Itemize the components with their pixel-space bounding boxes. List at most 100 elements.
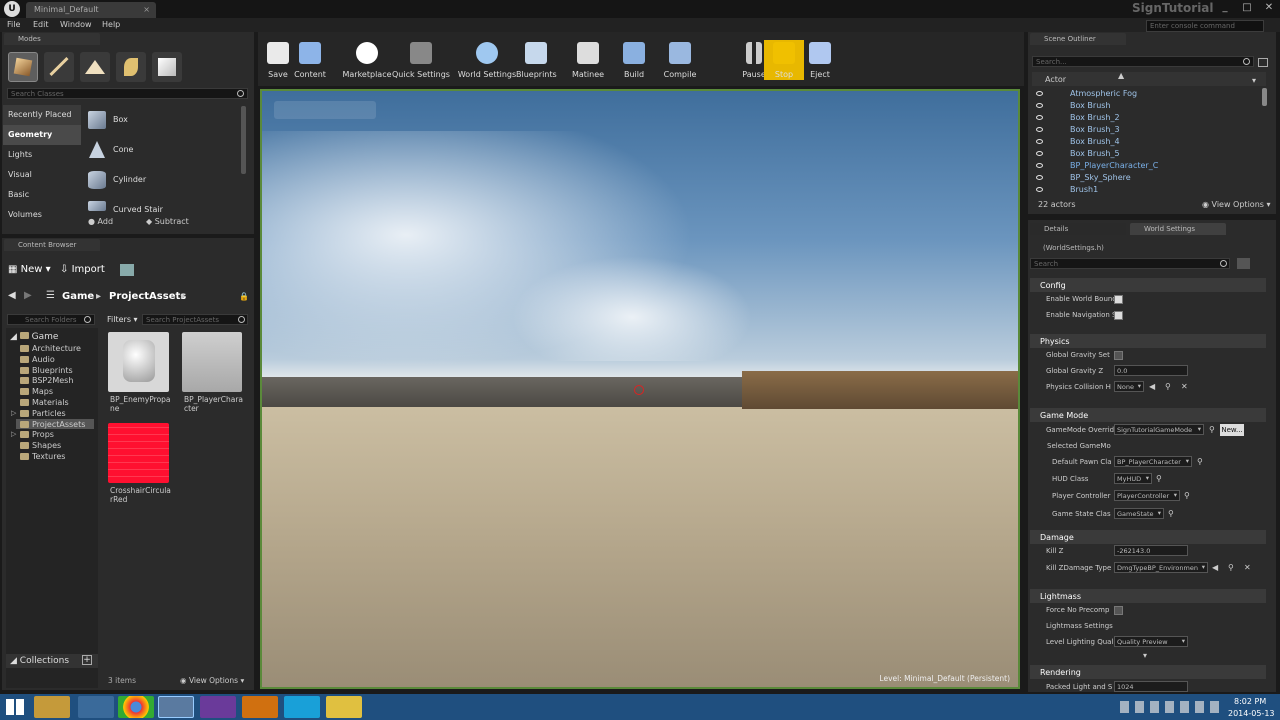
visibility-eye-icon[interactable] bbox=[1036, 103, 1043, 108]
landscape-mode-button[interactable] bbox=[80, 52, 110, 82]
reset-damage-icon[interactable]: ◀ bbox=[1212, 563, 1218, 572]
category-geometry[interactable]: Geometry bbox=[8, 130, 52, 139]
tree-item-audio[interactable]: Audio bbox=[32, 355, 55, 364]
outliner-row[interactable]: Box Brush_4 bbox=[1034, 136, 1270, 148]
visibility-eye-icon[interactable] bbox=[1036, 127, 1043, 132]
modes-scrollbar[interactable] bbox=[241, 106, 246, 174]
category-lights[interactable]: Lights bbox=[8, 150, 32, 159]
menu-window[interactable]: Window bbox=[60, 20, 92, 29]
hud-class-dropdown[interactable]: MyHUD ▾ bbox=[1114, 473, 1152, 484]
search-assets-input[interactable]: Search ProjectAssets bbox=[142, 314, 248, 325]
tree-item-bsp2mesh[interactable]: BSP2Mesh bbox=[32, 376, 73, 385]
new-gamemode-button[interactable]: New... bbox=[1220, 424, 1244, 436]
maximize-icon[interactable]: □ bbox=[1236, 0, 1258, 16]
game-state-dropdown[interactable]: GameState ▾ bbox=[1114, 508, 1164, 519]
default-pawn-dropdown[interactable]: BP_PlayerCharacter ▾ bbox=[1114, 456, 1192, 467]
toolbar-stop-button[interactable]: Stop bbox=[764, 40, 804, 80]
clear-damage-icon[interactable]: ✕ bbox=[1244, 563, 1251, 572]
outliner-row[interactable]: Atmospheric Fog bbox=[1034, 88, 1270, 100]
kill-z-field[interactable]: -262143.0 bbox=[1114, 545, 1188, 556]
player-controller-dropdown[interactable]: PlayerController ▾ bbox=[1114, 490, 1180, 501]
tree-item-props[interactable]: Props bbox=[32, 430, 54, 439]
tree-expand-icon[interactable]: ▷ bbox=[11, 409, 16, 417]
breadcrumb-game[interactable]: Game bbox=[62, 291, 94, 302]
modes-tab[interactable]: Modes bbox=[4, 33, 100, 45]
import-button[interactable]: ⇩ Import bbox=[60, 264, 105, 275]
outliner-row[interactable]: BP_Sky_Sphere bbox=[1034, 172, 1270, 184]
tree-item-projectassets[interactable]: ProjectAssets bbox=[32, 420, 85, 429]
visual-studio-taskbar-icon[interactable] bbox=[200, 696, 236, 718]
breadcrumb-projectassets[interactable]: ProjectAssets bbox=[109, 291, 186, 302]
tree-item-particles[interactable]: Particles bbox=[32, 409, 66, 418]
app2-taskbar-icon[interactable] bbox=[242, 696, 278, 718]
view-options-button[interactable]: ◉ View Options ▾ bbox=[180, 676, 244, 685]
details-tab[interactable]: Details bbox=[1030, 223, 1126, 235]
category-visual[interactable]: Visual bbox=[8, 170, 32, 179]
visibility-eye-icon[interactable] bbox=[1036, 187, 1043, 192]
lock-icon[interactable]: 🔒 bbox=[239, 292, 249, 301]
category-volumes[interactable]: Volumes bbox=[8, 210, 42, 219]
asset-thumb-player[interactable] bbox=[182, 332, 242, 392]
content-browser-tab[interactable]: Content Browser bbox=[4, 239, 100, 251]
clear-icon[interactable]: ✕ bbox=[1181, 382, 1188, 391]
outliner-row[interactable]: Box Brush bbox=[1034, 100, 1270, 112]
item-box[interactable]: Box bbox=[113, 115, 128, 124]
category-basic[interactable]: Basic bbox=[8, 190, 29, 199]
physics-collision-dropdown[interactable]: None ▾ bbox=[1114, 381, 1144, 392]
outliner-search-input[interactable]: Search... bbox=[1032, 56, 1254, 67]
tree-item-architecture[interactable]: Architecture bbox=[32, 344, 81, 353]
visibility-eye-icon[interactable] bbox=[1036, 139, 1043, 144]
skype-taskbar-icon[interactable] bbox=[284, 696, 320, 718]
minimize-icon[interactable]: _ bbox=[1214, 0, 1236, 16]
subtract-option[interactable]: ◆ Subtract bbox=[146, 217, 189, 226]
unreal-taskbar-icon[interactable] bbox=[158, 696, 194, 718]
browse-pc-icon[interactable]: ⚲ bbox=[1184, 491, 1190, 500]
toolbar-content-button[interactable]: Content bbox=[290, 40, 330, 80]
tree-item-maps[interactable]: Maps bbox=[32, 387, 53, 396]
browse-gamemode-icon[interactable]: ⚲ bbox=[1209, 425, 1215, 434]
app-taskbar-icon[interactable] bbox=[78, 696, 114, 718]
packed-light-field[interactable]: 1024 bbox=[1114, 681, 1188, 692]
back-arrow-icon[interactable]: ◀ bbox=[8, 290, 16, 301]
menu-file[interactable]: File bbox=[7, 20, 20, 29]
outliner-row[interactable]: Box Brush_3 bbox=[1034, 124, 1270, 136]
search-classes-input[interactable]: Search Classes bbox=[7, 88, 248, 99]
outliner-scrollbar[interactable] bbox=[1262, 88, 1267, 106]
save-all-icon[interactable] bbox=[120, 264, 134, 276]
explorer-taskbar-icon[interactable] bbox=[34, 696, 70, 718]
visibility-eye-icon[interactable] bbox=[1036, 115, 1043, 120]
close-window-icon[interactable]: ✕ bbox=[1258, 0, 1280, 16]
toolbar-blueprints-button[interactable]: Blueprints bbox=[516, 40, 557, 80]
actor-column-header[interactable]: Actor bbox=[1045, 75, 1066, 84]
browse-damage-icon[interactable]: ⚲ bbox=[1228, 563, 1234, 572]
toolbar-compile-button[interactable]: Compile bbox=[660, 40, 700, 80]
toolbar-build-button[interactable]: Build bbox=[614, 40, 654, 80]
toolbar-quick-settings-button[interactable]: Quick Settings bbox=[390, 40, 452, 80]
outliner-settings-icon[interactable] bbox=[1258, 58, 1268, 67]
details-grid-icon[interactable] bbox=[1237, 258, 1250, 269]
section-rendering[interactable]: Rendering bbox=[1030, 665, 1266, 679]
folder-taskbar-icon[interactable] bbox=[326, 696, 362, 718]
outliner-row[interactable]: Box Brush_5 bbox=[1034, 148, 1270, 160]
windows-start-icon[interactable] bbox=[6, 699, 24, 715]
outliner-view-options[interactable]: ◉ View Options ▾ bbox=[1202, 200, 1271, 209]
enable-navigation-checkbox[interactable] bbox=[1114, 311, 1123, 320]
tree-item-shapes[interactable]: Shapes bbox=[32, 441, 61, 450]
viewport[interactable]: Level: Minimal_Default (Persistent) bbox=[260, 89, 1020, 689]
visibility-eye-icon[interactable] bbox=[1036, 91, 1043, 96]
tree-root-game[interactable]: ◢ Game bbox=[10, 332, 58, 342]
outliner-row[interactable]: BP_PlayerCharacter_C bbox=[1034, 160, 1270, 172]
geometry-mode-button[interactable] bbox=[152, 52, 182, 82]
item-curved-stair[interactable]: Curved Stair bbox=[113, 205, 163, 214]
breadcrumb-chevron[interactable]: ▸ bbox=[181, 291, 186, 302]
visibility-eye-icon[interactable] bbox=[1036, 151, 1043, 156]
menu-help[interactable]: Help bbox=[102, 20, 120, 29]
toolbar-eject-button[interactable]: Eject bbox=[800, 40, 840, 80]
tree-item-materials[interactable]: Materials bbox=[32, 398, 69, 407]
outliner-row[interactable]: Box Brush_2 bbox=[1034, 112, 1270, 124]
kill-z-damage-dropdown[interactable]: DmgTypeBP_Environmen ▾ bbox=[1114, 562, 1208, 573]
place-mode-button[interactable] bbox=[8, 52, 38, 82]
visibility-eye-icon[interactable] bbox=[1036, 163, 1043, 168]
tree-expand-icon[interactable]: ▷ bbox=[11, 430, 16, 438]
tray-icons[interactable] bbox=[1120, 701, 1220, 713]
